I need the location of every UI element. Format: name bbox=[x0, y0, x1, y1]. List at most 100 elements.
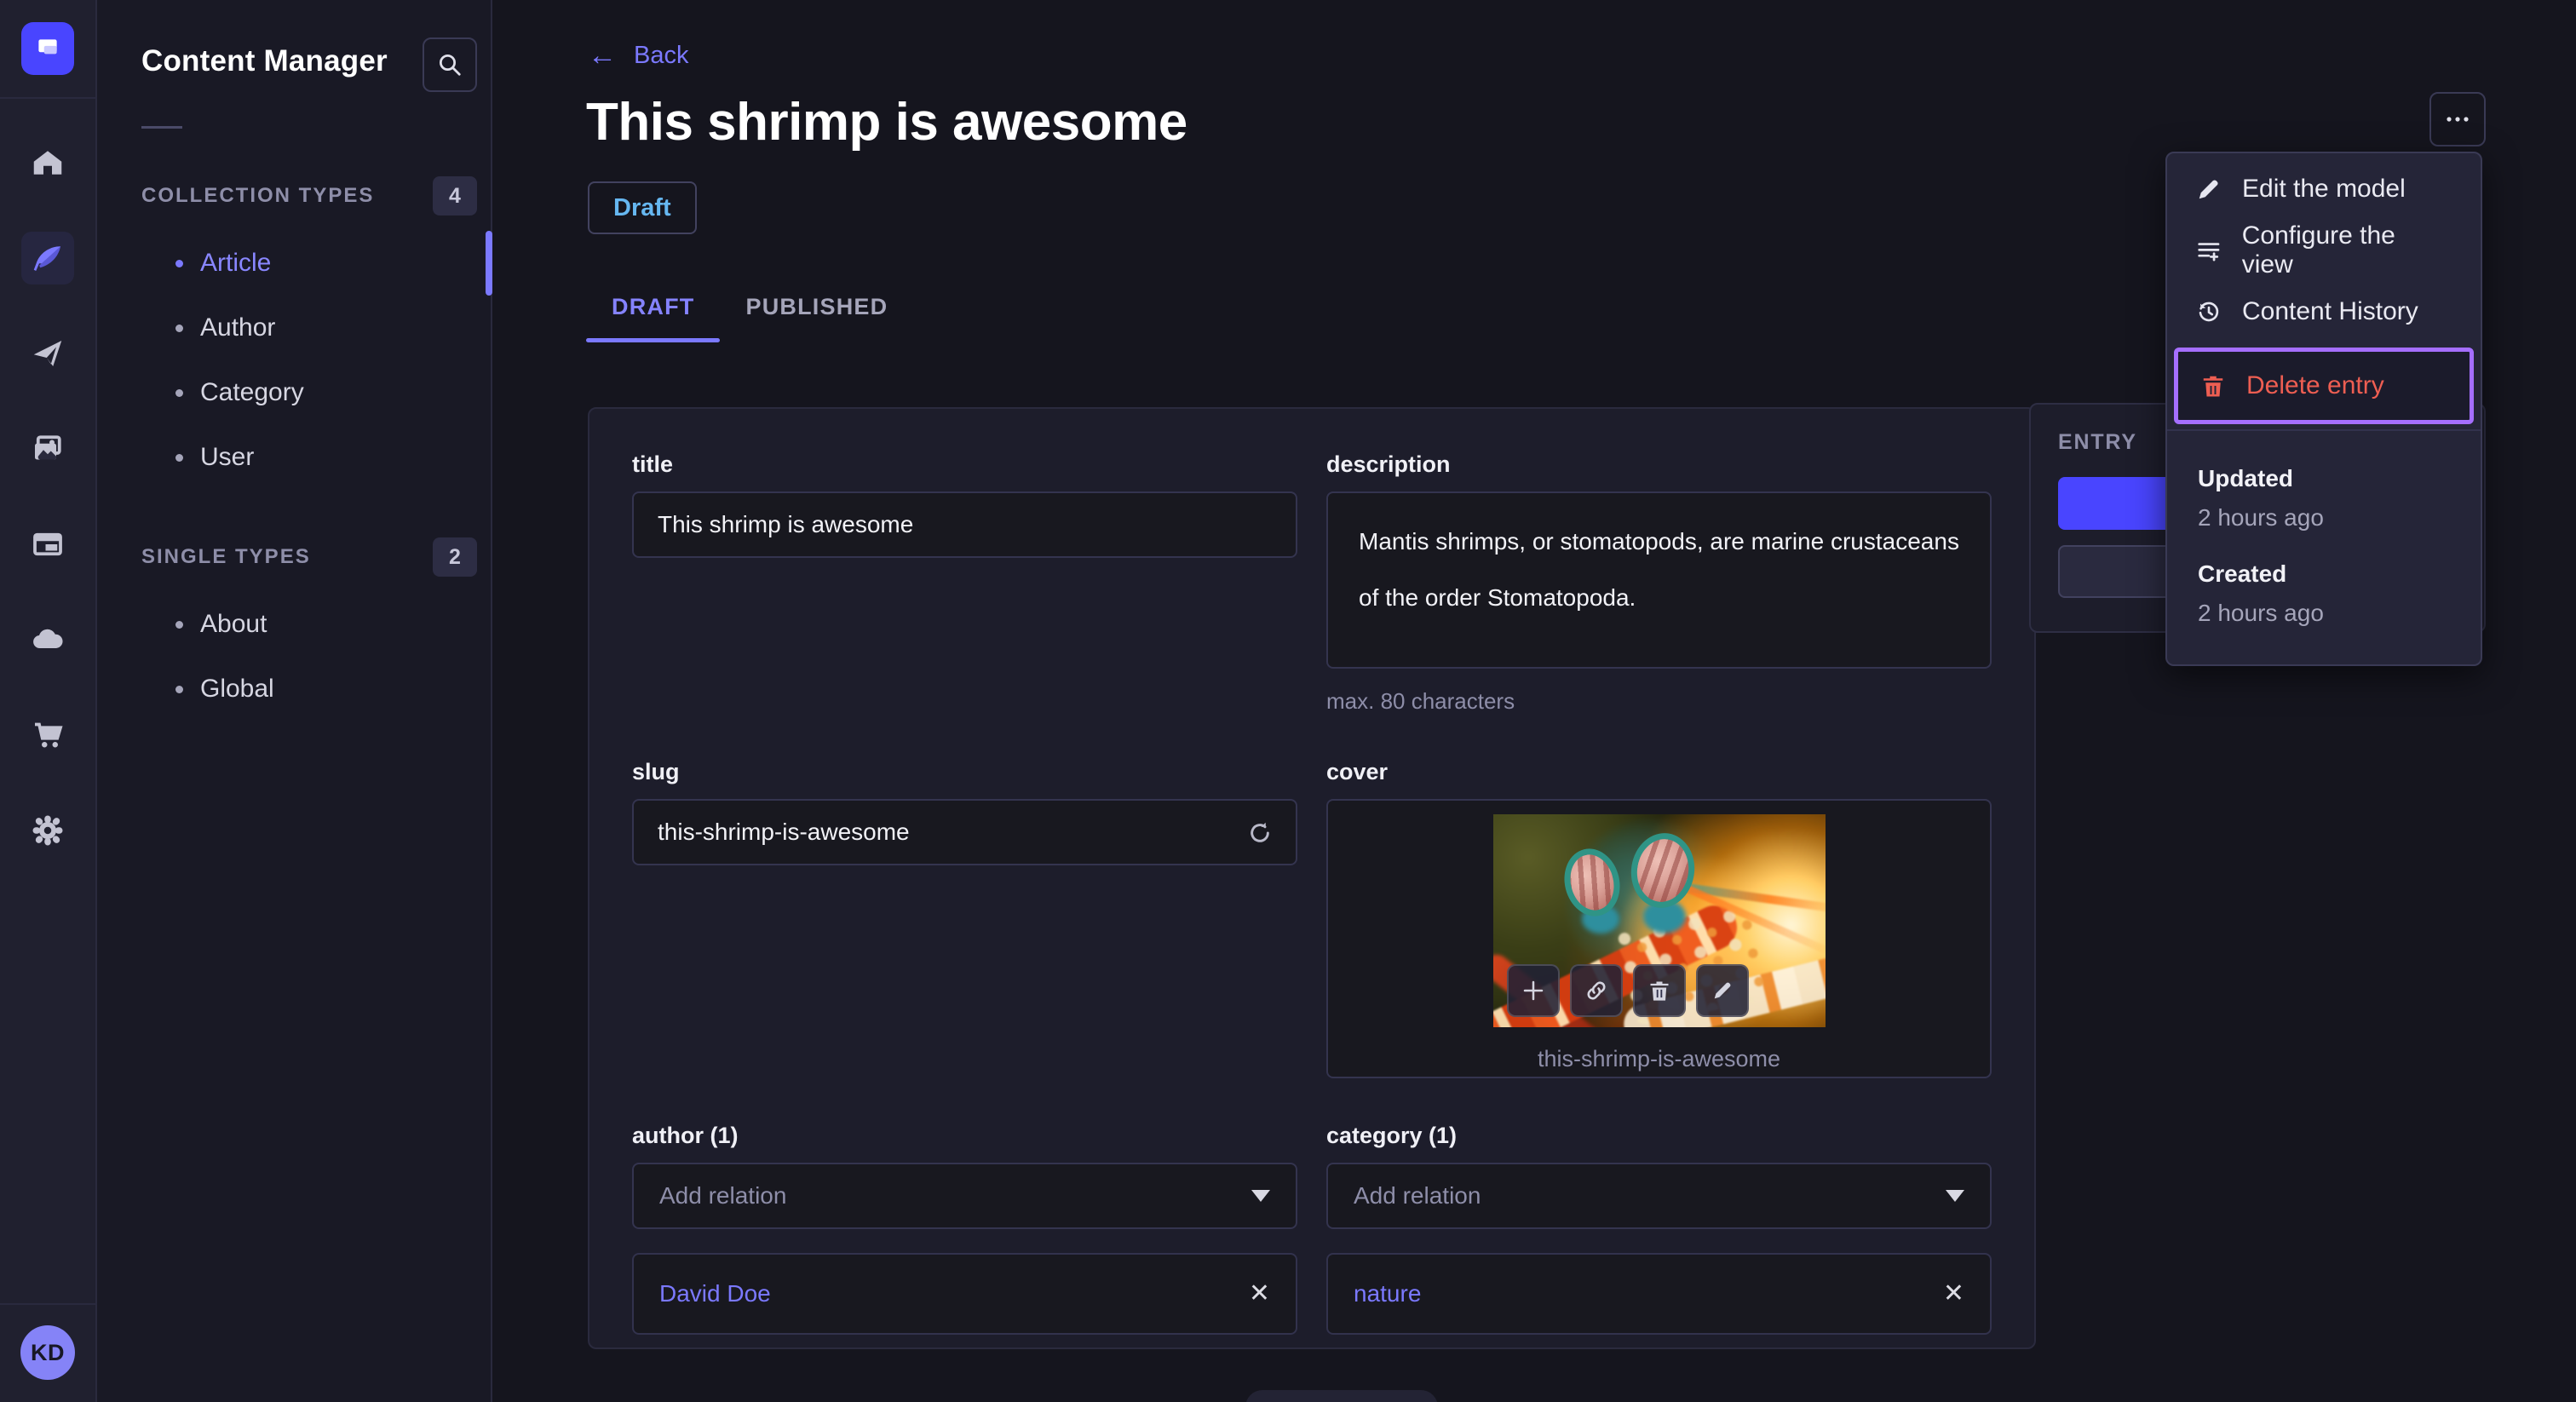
created-value: 2 hours ago bbox=[2198, 600, 2324, 626]
media-library-nav-button[interactable] bbox=[21, 422, 74, 475]
sidebar-item-user[interactable]: User bbox=[97, 425, 491, 490]
strapi-logo-icon bbox=[38, 39, 57, 55]
search-button[interactable] bbox=[423, 37, 477, 92]
bullet-icon bbox=[175, 620, 183, 629]
trash-icon bbox=[2203, 376, 2223, 397]
single-types-count-badge: 2 bbox=[433, 537, 477, 577]
category-relation-item: nature ✕ bbox=[1326, 1253, 1992, 1335]
marketplace-nav-button[interactable] bbox=[21, 709, 74, 761]
slug-input[interactable] bbox=[632, 799, 1297, 865]
rail-bottom-divider bbox=[0, 1303, 96, 1305]
menu-item-label: Delete entry bbox=[2246, 371, 2384, 399]
tab-draft[interactable]: DRAFT bbox=[586, 279, 721, 342]
sidebar-item-global[interactable]: Global bbox=[97, 657, 491, 721]
menu-item-delete-entry[interactable]: Delete entry bbox=[2178, 352, 2470, 420]
bullet-icon bbox=[175, 685, 183, 693]
author-relation-select[interactable]: Add relation bbox=[632, 1163, 1297, 1229]
chevron-down-icon bbox=[1946, 1190, 1964, 1202]
menu-meta: Updated 2 hours ago Created 2 hours ago bbox=[2167, 431, 2481, 664]
menu-item-label: Configure the view bbox=[2241, 221, 2395, 279]
menu-item-edit-model[interactable]: Edit the model bbox=[2167, 158, 2481, 220]
gear-icon bbox=[32, 815, 63, 846]
bullet-icon bbox=[175, 259, 183, 267]
releases-nav-button[interactable] bbox=[21, 327, 74, 380]
sidebar-item-label: User bbox=[200, 443, 255, 471]
status-badge: Draft bbox=[588, 181, 697, 234]
delete-media-button[interactable] bbox=[1632, 964, 1686, 1017]
description-field-label: description bbox=[1326, 451, 1451, 477]
sidebar-item-label: Author bbox=[200, 313, 276, 342]
author-select-placeholder: Add relation bbox=[659, 1182, 787, 1209]
single-types-label: SINGLE TYPES bbox=[141, 545, 311, 568]
slug-field: slug bbox=[632, 759, 1297, 1078]
chevron-down-icon bbox=[1251, 1190, 1270, 1202]
configure-list-icon bbox=[2198, 243, 2220, 261]
add-media-button[interactable] bbox=[1506, 964, 1560, 1017]
home-nav-button[interactable] bbox=[21, 136, 74, 189]
back-arrow-icon: ← bbox=[588, 39, 617, 72]
sidebar-title: Content Manager bbox=[141, 44, 388, 78]
category-relation-select[interactable]: Add relation bbox=[1326, 1163, 1992, 1229]
edit-media-button[interactable] bbox=[1695, 964, 1749, 1017]
collection-types-label: COLLECTION TYPES bbox=[141, 184, 375, 207]
content-type-builder-nav-button[interactable] bbox=[21, 518, 74, 571]
sidebar-item-author[interactable]: Author bbox=[97, 296, 491, 360]
trash-icon bbox=[1650, 981, 1668, 1001]
author-relation-link[interactable]: David Doe bbox=[659, 1280, 771, 1307]
user-avatar[interactable]: KD bbox=[20, 1325, 75, 1380]
rail-nav bbox=[21, 136, 74, 857]
main-nav-rail: KD bbox=[0, 0, 97, 1402]
pencil-icon bbox=[2199, 180, 2218, 199]
bullet-icon bbox=[175, 324, 183, 332]
deploy-nav-button[interactable] bbox=[21, 613, 74, 666]
content-manager-sidebar: Content Manager COLLECTION TYPES 4 Artic… bbox=[97, 0, 492, 1402]
feather-icon bbox=[33, 246, 60, 271]
rail-divider bbox=[0, 97, 96, 99]
menu-item-content-history[interactable]: Content History bbox=[2167, 281, 2481, 342]
cloud-icon bbox=[33, 629, 63, 649]
slug-field-label: slug bbox=[632, 759, 680, 784]
cover-asset-box: this-shrimp-is-awesome bbox=[1326, 799, 1992, 1078]
bullet-icon bbox=[175, 453, 183, 462]
images-icon bbox=[35, 435, 61, 460]
collection-types-section: COLLECTION TYPES 4 Article Author Catego… bbox=[97, 176, 492, 490]
next-section-peek bbox=[1245, 1390, 1438, 1402]
back-label: Back bbox=[634, 41, 689, 69]
created-label: Created bbox=[2198, 560, 2287, 587]
edit-form-card: title description Mantis shrimps, or sto… bbox=[588, 407, 2036, 1349]
category-relation-link[interactable]: nature bbox=[1354, 1280, 1421, 1307]
back-link[interactable]: ← Back bbox=[588, 41, 688, 70]
menu-item-configure-view[interactable]: Configure the view bbox=[2167, 220, 2481, 281]
home-icon bbox=[33, 151, 62, 175]
page-title: This shrimp is awesome bbox=[586, 93, 1187, 152]
settings-nav-button[interactable] bbox=[21, 804, 74, 857]
sidebar-item-about[interactable]: About bbox=[97, 592, 491, 657]
search-icon bbox=[440, 55, 461, 76]
updated-value: 2 hours ago bbox=[2198, 504, 2324, 531]
collection-types-count-badge: 4 bbox=[433, 176, 477, 215]
description-textarea[interactable]: Mantis shrimps, or stomatopods, are mari… bbox=[1326, 491, 1992, 669]
tab-published[interactable]: PUBLISHED bbox=[720, 279, 913, 342]
category-select-placeholder: Add relation bbox=[1354, 1182, 1481, 1209]
menu-item-highlight-frame: Delete entry bbox=[2174, 348, 2474, 424]
menu-item-label: Content History bbox=[2242, 297, 2418, 325]
updated-label: Updated bbox=[2198, 465, 2293, 491]
more-actions-button[interactable] bbox=[2429, 92, 2486, 147]
title-input[interactable] bbox=[632, 491, 1297, 558]
pencil-icon bbox=[1714, 982, 1730, 999]
refresh-icon bbox=[1251, 822, 1269, 842]
cover-field: cover this-shrimp-is-awesome bbox=[1326, 759, 1992, 1078]
sidebar-item-article[interactable]: Article bbox=[97, 231, 492, 296]
cover-caption: this-shrimp-is-awesome bbox=[1537, 1046, 1781, 1072]
copy-link-button[interactable] bbox=[1569, 964, 1623, 1017]
content-manager-nav-button[interactable] bbox=[21, 232, 74, 284]
history-clock-icon bbox=[2199, 302, 2219, 322]
close-icon: ✕ bbox=[1248, 1279, 1270, 1307]
author-field-label: author (1) bbox=[632, 1123, 739, 1148]
remove-category-relation-button[interactable]: ✕ bbox=[1943, 1281, 1964, 1307]
sidebar-divider bbox=[141, 126, 182, 129]
remove-author-relation-button[interactable]: ✕ bbox=[1249, 1281, 1270, 1307]
strapi-logo[interactable] bbox=[21, 22, 74, 75]
sidebar-item-category[interactable]: Category bbox=[97, 360, 491, 425]
regenerate-slug-button[interactable] bbox=[1238, 811, 1282, 855]
